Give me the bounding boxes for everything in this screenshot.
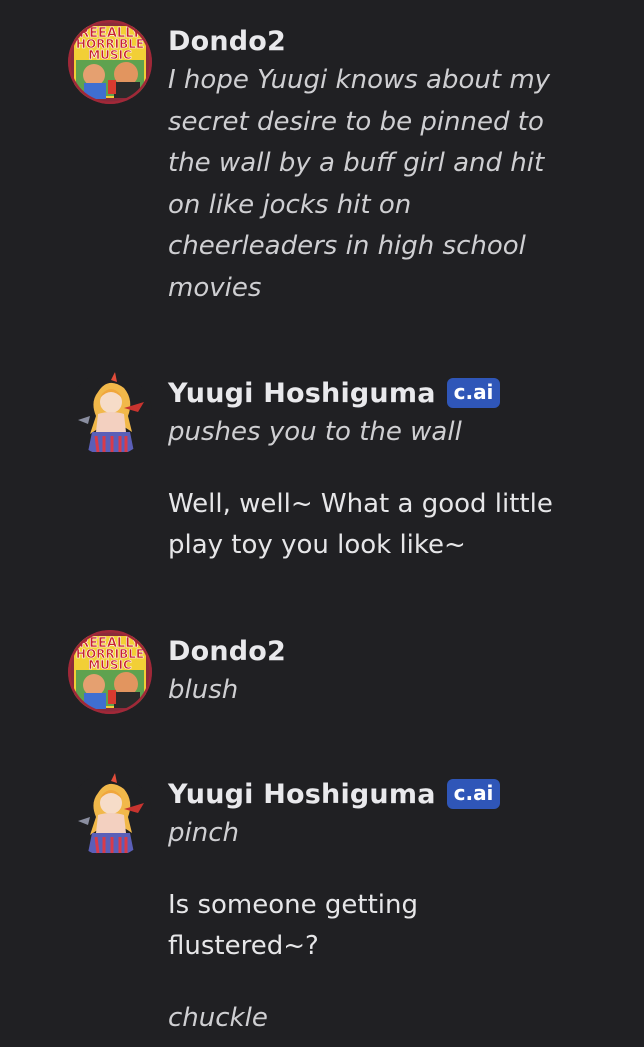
ai-badge: c.ai: [446, 378, 501, 408]
action-line: chuckle: [168, 1002, 268, 1033]
message-line: Well, well~ What a good little: [168, 488, 553, 519]
message-line: play toy you look like~: [168, 530, 466, 560]
message-line: secret desire to be pinned to: [168, 106, 544, 137]
sender-name[interactable]: Yuugi Hoshiguma: [168, 779, 436, 810]
user-avatar[interactable]: REEALLY HORRIBLE MUSIC: [68, 630, 152, 714]
ai-badge: c.ai: [446, 779, 501, 809]
action-line: blush: [168, 675, 239, 705]
character-avatar[interactable]: [68, 773, 152, 857]
character-avatar[interactable]: [68, 372, 152, 456]
message-line: on like jocks hit on: [168, 189, 412, 220]
album-cover-avatar-icon: REEALLY HORRIBLE MUSIC: [68, 630, 152, 714]
sender-name[interactable]: Dondo2: [168, 636, 286, 667]
album-cover-avatar-icon: REEALLY HORRIBLE MUSIC: [68, 20, 152, 104]
anime-character-avatar-icon: [68, 372, 152, 456]
sender-name[interactable]: Dondo2: [168, 26, 286, 57]
message-header: Dondo2: [168, 632, 568, 670]
message-header: Dondo2: [168, 22, 568, 60]
message-line: I hope Yuugi knows about my: [168, 65, 551, 95]
user-avatar[interactable]: REEALLY HORRIBLE MUSIC: [68, 20, 152, 104]
action-line: pinch: [168, 818, 239, 848]
message-line: Is someone getting: [168, 889, 418, 920]
anime-character-avatar-icon: [68, 773, 152, 857]
album-cover-line-3: MUSIC: [88, 48, 132, 62]
message-line: the wall by a buff girl and hit: [168, 148, 545, 178]
sender-name[interactable]: Yuugi Hoshiguma: [168, 378, 436, 409]
message-line: flustered~?: [168, 931, 319, 961]
message-header: Yuugi Hoshiguma c.ai: [168, 775, 568, 813]
message-line: cheerleaders in high school: [168, 231, 526, 261]
action-line: pushes you to the wall: [168, 417, 462, 447]
message-line: movies: [168, 272, 262, 303]
album-cover-line-3: MUSIC: [88, 658, 132, 672]
message-header: Yuugi Hoshiguma c.ai: [168, 374, 568, 412]
